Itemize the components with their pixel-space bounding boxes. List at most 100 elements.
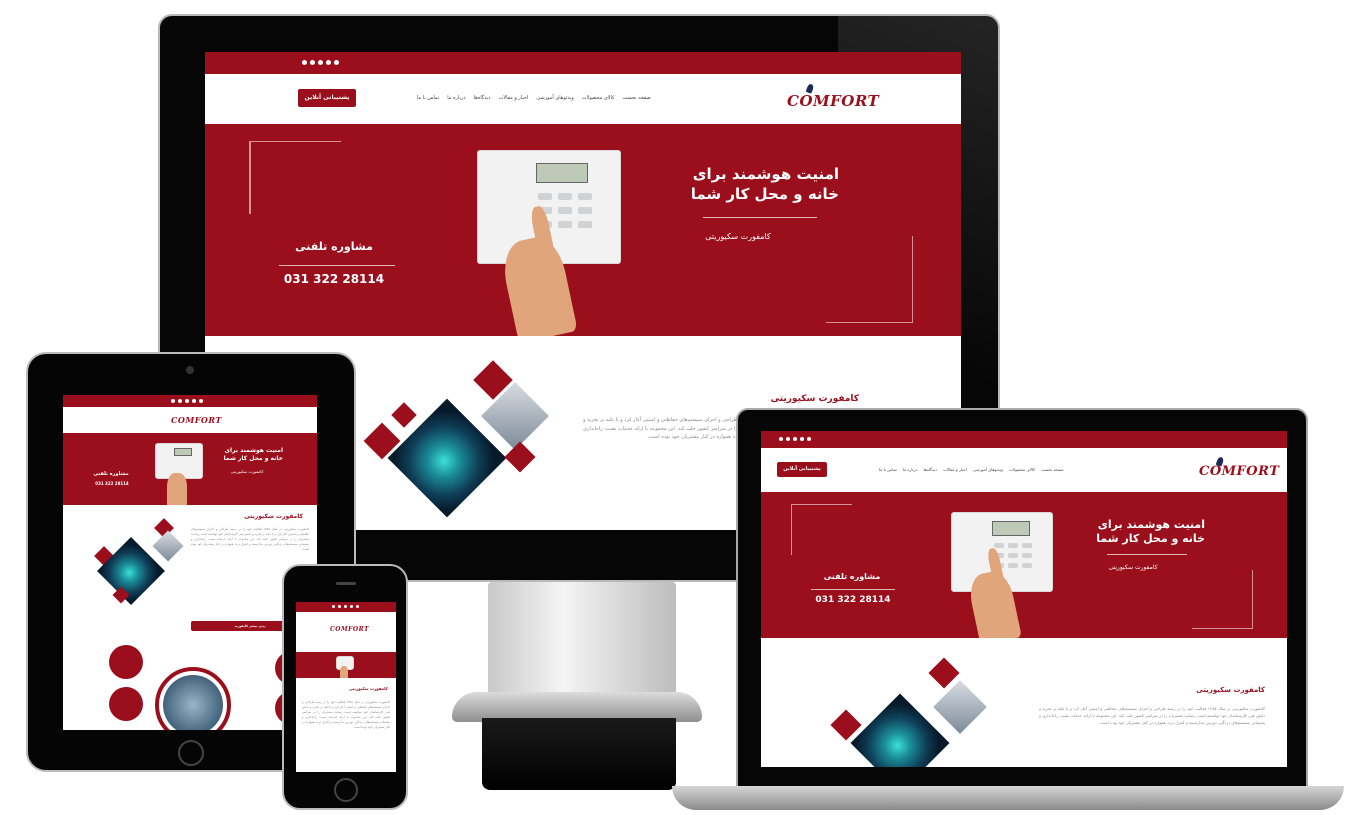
hero-banner: مشاوره تلفنی 031 322 28114 امنیت هوشمند …	[761, 492, 1287, 638]
feature-icon-camera[interactable]	[109, 645, 143, 679]
phone-consult-label: مشاوره تلفنی	[93, 471, 129, 477]
monitor-base-shadow	[482, 718, 676, 790]
hero-banner: مشاوره تلفنی 031 322 28114 امنیت هوشمند …	[205, 124, 961, 336]
main-menu: صفحه نخست کالای محصولات ویدئوهای آموزشی …	[879, 467, 1064, 472]
google-icon[interactable]	[185, 399, 189, 403]
menu-item-home[interactable]: صفحه نخست	[1041, 467, 1064, 472]
keypad-display	[536, 163, 588, 183]
phone-screen: COMFORT کامفورت سکیوریتی کامفورت سکیوریت…	[296, 602, 396, 772]
section-title: کامفورت سکیوریتی	[348, 686, 388, 691]
phone-number[interactable]: 031 322 28114	[83, 481, 141, 486]
menu-item-contact[interactable]: تماس با ما	[417, 95, 439, 101]
camera-image	[152, 530, 184, 562]
facebook-icon[interactable]	[779, 437, 783, 441]
phone-home-button[interactable]	[334, 778, 358, 802]
hero-frame-decoration	[791, 504, 852, 555]
youtube-icon[interactable]	[192, 399, 196, 403]
menu-item-news[interactable]: اخبار و مقالات	[943, 467, 967, 472]
deco-square	[504, 441, 536, 473]
topbar	[761, 431, 1287, 448]
hero-title-line-2: خانه و محل کار شما	[1096, 532, 1205, 545]
tablet-home-button[interactable]	[178, 740, 204, 766]
menu-item-about[interactable]: درباره ما	[447, 95, 465, 101]
menu-item-products[interactable]: کالای محصولات	[1009, 467, 1035, 472]
header: پشتیبانی آنلاین صفحه نخست کالای محصولات …	[205, 74, 961, 124]
topbar	[205, 52, 961, 74]
support-button[interactable]: پشتیبانی آنلاین	[777, 462, 827, 477]
feature-icon-alarm[interactable]	[109, 687, 143, 721]
twitter-icon[interactable]	[310, 60, 315, 65]
menu-item-reviews[interactable]: دیدگاه‌ها	[474, 95, 491, 101]
instagram-icon[interactable]	[356, 605, 359, 608]
section-title: کامفورت سکیوریتی	[244, 513, 303, 520]
menu-item-videos[interactable]: ویدئوهای آموزشی	[973, 467, 1003, 472]
hero-title-line-1: امنیت هوشمند برای	[1097, 518, 1205, 531]
header: پشتیبانی آنلاین صفحه نخست کالای محصولات …	[761, 448, 1287, 492]
phone-number[interactable]: 031 322 28114	[801, 595, 905, 605]
topbar	[296, 602, 396, 612]
facebook-icon[interactable]	[332, 605, 335, 608]
hero-frame-decoration-right	[1192, 570, 1253, 629]
laptop-base	[672, 786, 1344, 810]
twitter-icon[interactable]	[786, 437, 790, 441]
main-menu: صفحه نخست کالای محصولات ویدئوهای آموزشی …	[417, 95, 651, 101]
twitter-icon[interactable]	[178, 399, 182, 403]
google-icon[interactable]	[318, 60, 323, 65]
youtube-icon[interactable]	[350, 605, 353, 608]
hero-title-line-1: امنیت هوشمند برای	[224, 447, 284, 454]
menu-item-videos[interactable]: ویدئوهای آموزشی	[536, 95, 574, 101]
social-icons	[779, 437, 811, 441]
phone-divider	[279, 265, 395, 266]
hero-title-line-2: خانه و محل کار شما	[223, 455, 283, 462]
hero-banner: مشاوره تلفنی 031 322 28114 امنیت هوشمند …	[63, 433, 317, 505]
menu-item-home[interactable]: صفحه نخست	[623, 95, 651, 101]
feature-camera-image	[163, 675, 223, 730]
support-button[interactable]: پشتیبانی آنلاین	[298, 89, 356, 107]
menu-item-products[interactable]: کالای محصولات	[582, 95, 615, 101]
youtube-icon[interactable]	[326, 60, 331, 65]
hero-title-line-1: امنیت هوشمند برای	[692, 165, 839, 183]
social-icons	[302, 60, 339, 65]
site-logo[interactable]: COMFORT	[1199, 456, 1280, 479]
hero-divider	[703, 217, 817, 218]
site-logo[interactable]: COMFORT	[171, 415, 222, 425]
instagram-icon[interactable]	[199, 399, 203, 403]
hero-title-line-2: خانه و محل کار شما	[690, 185, 839, 203]
section-title: کامفورت سکیوریتی	[1196, 686, 1265, 694]
facebook-icon[interactable]	[171, 399, 175, 403]
google-icon[interactable]	[344, 605, 347, 608]
section-paragraph: کامفورت سکیوریتی در سال ۱۳۸۵ فعالیت خود …	[1039, 706, 1265, 725]
facebook-icon[interactable]	[302, 60, 307, 65]
hero-frame-decoration	[249, 141, 341, 214]
youtube-icon[interactable]	[800, 437, 804, 441]
site-logo[interactable]: COMFORT	[787, 83, 879, 110]
menu-item-contact[interactable]: تماس با ما	[879, 467, 897, 472]
phone-divider	[811, 589, 895, 590]
logo-text: COMFORT	[330, 626, 369, 633]
tablet-screen: COMFORT مشاوره تلفنی 031 322 28114 امنیت…	[63, 395, 317, 730]
hero-title: امنیت هوشمند برای خانه و محل کار شما	[213, 447, 283, 463]
section-title: کامفورت سکیوریتی	[770, 394, 859, 404]
hero-subtitle: کامفورت سکیوریتی	[705, 232, 771, 241]
topbar	[63, 395, 317, 407]
social-icons	[171, 399, 203, 403]
logo-text: COMFORT	[1199, 464, 1280, 479]
intro-section: کامفورت سکیوریتی کامفورت سکیوریتی در سال…	[761, 638, 1287, 767]
pointing-hand	[340, 666, 348, 678]
camera-image	[933, 680, 987, 734]
menu-item-reviews[interactable]: دیدگاه‌ها	[923, 467, 937, 472]
header: COMFORT	[63, 407, 317, 433]
monitor-neck	[488, 582, 676, 700]
menu-item-news[interactable]: اخبار و مقالات	[499, 95, 529, 101]
menu-item-about[interactable]: درباره ما	[903, 467, 918, 472]
deco-square	[391, 402, 417, 428]
instagram-icon[interactable]	[807, 437, 811, 441]
hero-subtitle: کامفورت سکیوریتی	[1108, 564, 1158, 571]
section-paragraph: کامفورت سکیوریتی در سال ۱۳۸۵ فعالیت خود …	[302, 700, 390, 730]
site-logo[interactable]: COMFORT	[330, 626, 369, 633]
phone-number[interactable]: 031 322 28114	[269, 272, 399, 286]
twitter-icon[interactable]	[338, 605, 341, 608]
google-icon[interactable]	[793, 437, 797, 441]
hero-subtitle: کامفورت سکیوریتی	[230, 469, 264, 474]
instagram-icon[interactable]	[334, 60, 339, 65]
